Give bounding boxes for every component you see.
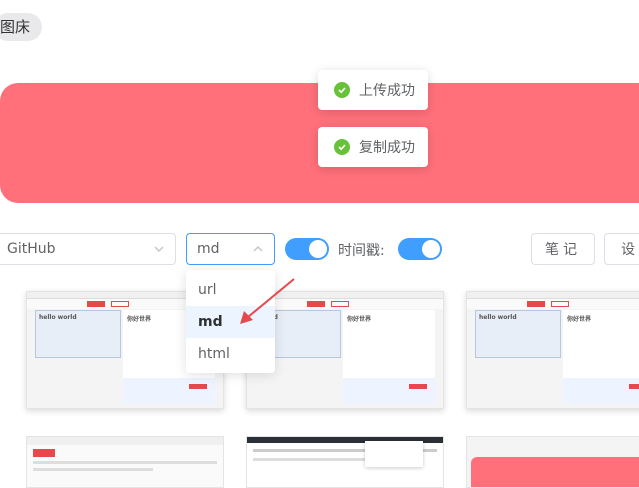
timestamp-switch[interactable] xyxy=(398,238,442,260)
image-thumbnail[interactable]: world 你好世界 xyxy=(246,291,444,409)
toast-copy-success: 复制成功 xyxy=(318,127,428,167)
thumbnail-text: hello world xyxy=(39,314,77,321)
image-thumbnail[interactable] xyxy=(26,436,224,488)
format-select[interactable]: md xyxy=(186,233,275,265)
thumbnail-text: hello world xyxy=(479,314,517,321)
thumbnail-title: 你好世界 xyxy=(347,316,372,323)
chevron-up-icon xyxy=(252,243,264,259)
toast-upload-success: 上传成功 xyxy=(318,70,428,110)
thumbnail-title: 你好世界 xyxy=(567,316,592,323)
check-circle-icon xyxy=(334,139,350,155)
format-select-value: md xyxy=(197,241,220,257)
switch-toggle[interactable] xyxy=(285,238,329,260)
format-option-html[interactable]: html xyxy=(186,338,275,370)
format-dropdown: url md html xyxy=(186,270,275,373)
toast-text: 复制成功 xyxy=(359,140,415,156)
chevron-down-icon xyxy=(153,243,165,259)
app-title: 图床 xyxy=(0,13,43,41)
image-thumbnail[interactable] xyxy=(466,436,639,488)
timestamp-label: 时间戳: xyxy=(338,243,385,259)
settings-button[interactable]: 设置 xyxy=(604,233,639,265)
image-thumbnail[interactable] xyxy=(246,436,444,488)
thumbnail-title: 你好世界 xyxy=(127,316,152,323)
toast-text: 上传成功 xyxy=(359,83,415,99)
format-option-url[interactable]: url xyxy=(186,274,275,306)
image-thumbnail[interactable]: hello world 你好世界 xyxy=(466,291,639,409)
storage-select-value: GitHub xyxy=(7,241,56,257)
storage-select[interactable]: GitHub xyxy=(0,233,176,265)
check-circle-icon xyxy=(334,82,350,98)
format-option-md[interactable]: md xyxy=(186,306,275,338)
notes-button[interactable]: 笔记 xyxy=(531,233,595,265)
